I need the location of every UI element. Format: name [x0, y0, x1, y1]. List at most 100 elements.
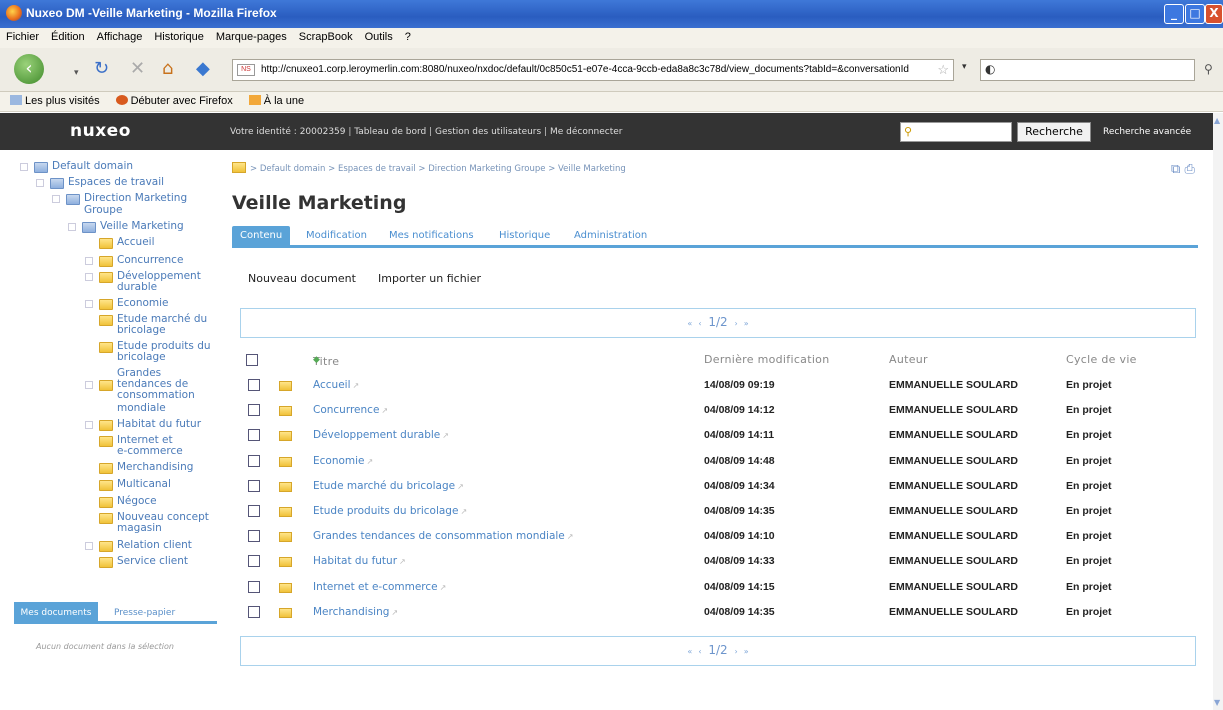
bookmark-most-visited[interactable]: Les plus visités — [0, 92, 106, 107]
document-title-link[interactable]: Accueil ↗ — [313, 379, 359, 391]
minimize-button[interactable]: _ — [1164, 4, 1184, 24]
copy-icon[interactable]: ⧉ — [1171, 162, 1180, 177]
tree-node-label[interactable]: bricolage — [117, 325, 166, 336]
last-page-icon[interactable]: » — [741, 647, 752, 656]
select-all-checkbox[interactable] — [246, 354, 258, 366]
tree-node-label[interactable]: Direction Marketing — [84, 193, 187, 204]
breadcrumb-home-icon[interactable] — [232, 162, 246, 173]
prev-page-icon[interactable]: ‹ — [695, 647, 704, 656]
tree-expander-icon[interactable] — [20, 163, 28, 171]
open-new-window-icon[interactable]: ↗ — [381, 406, 388, 415]
bookmark-getting-started[interactable]: Débuter avec Firefox — [106, 92, 239, 107]
tree-node-label[interactable]: mondiale — [117, 403, 166, 414]
page-scrollbar[interactable]: ▲ ▼ — [1213, 113, 1223, 710]
search-engine-icon[interactable]: ◐ — [985, 62, 995, 76]
menu-marque-pages[interactable]: Marque-pages — [210, 28, 293, 43]
tree-node-label[interactable]: Concurrence — [117, 255, 183, 266]
document-title-link[interactable]: Etude marché du bricolage ↗ — [313, 480, 464, 492]
scrapbook-icon[interactable]: ◆ — [196, 60, 210, 78]
open-new-window-icon[interactable]: ↗ — [367, 457, 374, 466]
open-new-window-icon[interactable]: ↗ — [399, 557, 406, 566]
next-page-icon[interactable]: › — [731, 647, 740, 656]
url-dropdown-icon[interactable]: ▾ — [962, 62, 967, 72]
maximize-button[interactable]: □ — [1185, 4, 1205, 24]
close-button[interactable]: X — [1205, 4, 1223, 24]
row-checkbox[interactable] — [248, 404, 260, 417]
reload-icon[interactable]: ↻ — [94, 60, 109, 78]
advanced-search-link[interactable]: Recherche avancée — [1103, 127, 1191, 137]
row-checkbox[interactable] — [248, 379, 260, 391]
tree-node-label[interactable]: Accueil — [117, 237, 155, 248]
open-new-window-icon[interactable]: ↗ — [442, 431, 449, 440]
first-page-icon[interactable]: « — [684, 319, 695, 328]
document-title-link[interactable]: Merchandising ↗ — [313, 606, 398, 618]
open-new-window-icon[interactable]: ↗ — [457, 482, 464, 491]
back-button[interactable]: ‹ — [14, 54, 44, 84]
site-identity-icon[interactable]: NS — [237, 64, 255, 76]
row-checkbox[interactable] — [248, 454, 260, 467]
prev-page-icon[interactable]: ‹ — [695, 319, 704, 328]
browser-search-box[interactable]: ◐ — [980, 59, 1195, 81]
column-lifecycle[interactable]: Cycle de vie — [1066, 353, 1137, 366]
document-title-link[interactable]: Concurrence ↗ — [313, 404, 388, 416]
document-title-link[interactable]: Développement durable ↗ — [313, 429, 449, 441]
menu-scrapbook[interactable]: ScrapBook — [293, 28, 359, 43]
tree-expander-icon[interactable] — [68, 223, 76, 231]
open-new-window-icon[interactable]: ↗ — [353, 381, 360, 390]
row-checkbox[interactable] — [248, 555, 260, 568]
column-modified[interactable]: Dernière modification — [704, 353, 829, 366]
nuxeo-search-input[interactable]: ⚲ — [900, 122, 1012, 142]
tree-node-label[interactable]: e-commerce — [117, 446, 183, 457]
tree-expander-icon[interactable] — [85, 273, 93, 281]
table-row[interactable]: Grandes tendances de consommation mondia… — [240, 526, 1196, 550]
tree-node-label[interactable]: durable — [117, 282, 157, 293]
tree-node-label[interactable]: Default domain — [52, 161, 133, 172]
column-author[interactable]: Auteur — [889, 353, 928, 366]
nuxeo-logo[interactable]: nuxeo — [70, 121, 131, 141]
home-icon[interactable]: ⌂ — [162, 60, 173, 78]
document-title-link[interactable]: Internet et e-commerce ↗ — [313, 581, 446, 593]
row-checkbox[interactable] — [248, 605, 260, 618]
table-row[interactable]: Concurrence ↗ 04/08/09 14:12 EMMANUELLE SOU… — [240, 400, 1196, 424]
menu-fichier[interactable]: Fichier — [0, 28, 45, 43]
dashboard-link[interactable]: Tableau de bord — [354, 127, 426, 137]
row-checkbox[interactable] — [248, 580, 260, 593]
tree-node-label[interactable]: magasin — [117, 523, 162, 534]
open-new-window-icon[interactable]: ↗ — [567, 532, 574, 541]
tree-expander-icon[interactable] — [85, 381, 93, 389]
tree-expander-icon[interactable] — [85, 542, 93, 550]
scroll-down-icon[interactable]: ▼ — [1214, 698, 1220, 707]
tree-node-label[interactable]: Merchandising — [117, 462, 193, 473]
document-title-link[interactable]: Economie ↗ — [313, 455, 373, 467]
search-button[interactable]: Recherche — [1017, 122, 1091, 142]
bookmark-headlines[interactable]: À la une — [239, 92, 310, 107]
tree-node-label[interactable]: bricolage — [117, 352, 166, 363]
table-row[interactable]: Développement durable ↗ 04/08/09 14:11 EMMA… — [240, 425, 1196, 449]
table-row[interactable]: Economie ↗ 04/08/09 14:48 EMMANUELLE SOULAR… — [240, 451, 1196, 475]
table-row[interactable]: Merchandising ↗ 04/08/09 14:35 EMMANUELLE S… — [240, 602, 1196, 626]
tree-expander-icon[interactable] — [85, 421, 93, 429]
open-new-window-icon[interactable]: ↗ — [440, 583, 447, 592]
row-checkbox[interactable] — [248, 429, 260, 442]
menu-affichage[interactable]: Affichage — [91, 28, 149, 43]
tree-node-label[interactable]: Relation client — [117, 540, 192, 551]
tree-node-label[interactable]: Espaces de travail — [68, 177, 164, 188]
tab-contenu[interactable]: Contenu — [232, 226, 291, 248]
tab-clipboard[interactable]: Presse-papier — [114, 602, 175, 624]
tab-my-documents[interactable]: Mes documents — [14, 602, 98, 624]
tree-node-label[interactable]: Multicanal — [117, 479, 171, 490]
open-new-window-icon[interactable]: ↗ — [460, 507, 467, 516]
row-checkbox[interactable] — [248, 530, 260, 543]
tree-node-label[interactable]: Négoce — [117, 496, 157, 507]
tree-node-label[interactable]: Habitat du futur — [117, 419, 201, 430]
tree-node-label[interactable]: Service client — [117, 556, 188, 567]
tree-node-label[interactable]: Veille Marketing — [100, 221, 184, 232]
tree-expander-icon[interactable] — [36, 179, 44, 187]
table-row[interactable]: Habitat du futur ↗ 04/08/09 14:33 EMMANUELL… — [240, 551, 1196, 575]
open-new-window-icon[interactable]: ↗ — [391, 608, 398, 617]
tab-administration[interactable]: Administration — [574, 226, 647, 248]
menu-historique[interactable]: Historique — [148, 28, 210, 43]
new-document-button[interactable]: Nouveau document — [248, 272, 356, 285]
url-bar[interactable]: NS http://cnuxeo1.corp.leroymerlin.com:8… — [232, 59, 954, 81]
history-dropdown-icon[interactable]: ▾ — [74, 64, 79, 82]
